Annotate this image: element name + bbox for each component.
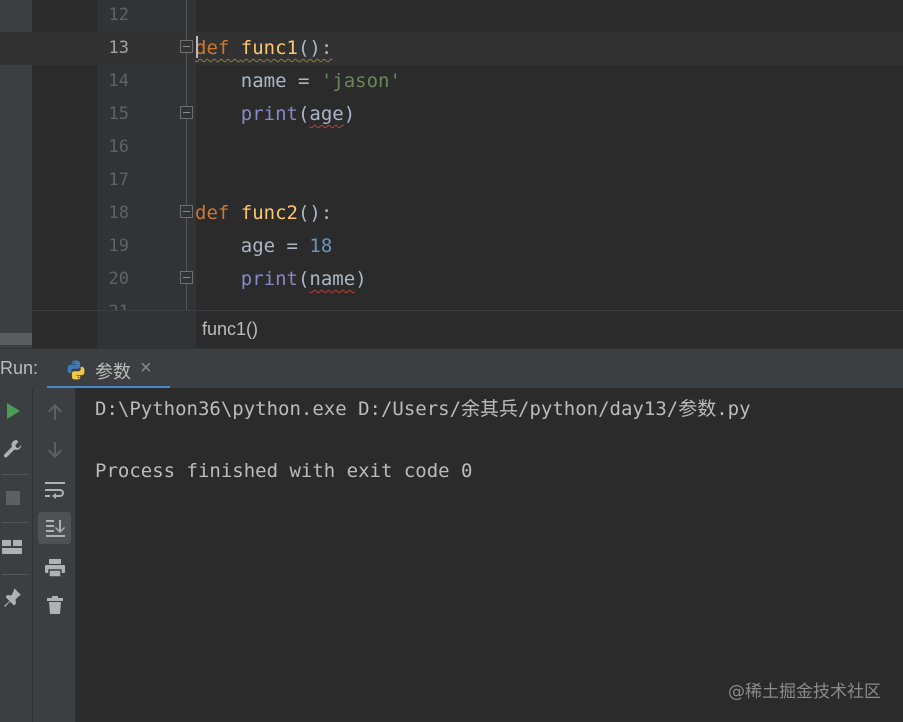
run-tab-label: 参数 <box>95 362 131 382</box>
code-token: ( <box>297 268 310 290</box>
soft-wrap-icon[interactable] <box>43 478 67 502</box>
code-token: ) <box>355 268 367 290</box>
text-caret <box>196 36 198 58</box>
code-editor[interactable]: 12 13 def func1(): 14 name = 'jason' 15 prin… <box>0 0 903 310</box>
code-line[interactable]: 13 def func1(): <box>0 32 903 65</box>
print-icon[interactable] <box>43 556 67 580</box>
code-token: = <box>286 70 321 92</box>
horizontal-scrollbar-thumb[interactable] <box>0 333 32 345</box>
code-token: name <box>195 70 287 92</box>
code-token: age <box>195 235 276 257</box>
code-token: 18 <box>309 235 333 257</box>
code-token: 'jason' <box>320 70 401 92</box>
code-line[interactable]: 12 <box>0 0 903 32</box>
run-left-toolbar <box>0 388 32 722</box>
close-icon[interactable]: × <box>140 357 152 380</box>
console-line: Process finished with exit code 0 <box>95 460 473 482</box>
stop-icon[interactable] <box>3 488 23 508</box>
code-token: age <box>309 103 344 125</box>
code-text: print(age) <box>195 98 355 131</box>
separator <box>2 574 28 575</box>
breadcrumb[interactable]: func1() <box>202 319 258 340</box>
separator <box>2 522 28 523</box>
code-line[interactable]: 20 print(name) <box>0 263 903 296</box>
code-line[interactable]: 17 <box>0 164 903 197</box>
code-token: def <box>195 37 230 59</box>
console-output[interactable]: D:\Python36\python.exe D:/Users/余其兵/pyth… <box>76 388 903 722</box>
code-text: def func2(): <box>195 197 332 230</box>
line-number: 17 <box>108 170 129 190</box>
code-token: print <box>240 103 298 125</box>
pin-icon[interactable] <box>1 586 23 608</box>
run-tab[interactable]: 参数 × <box>47 349 170 389</box>
fold-marker-icon[interactable] <box>180 40 193 53</box>
fold-marker-icon[interactable] <box>180 205 193 218</box>
line-number: 14 <box>108 71 129 91</box>
arrow-up-icon[interactable] <box>43 400 67 424</box>
code-line[interactable]: 19 age = 18 <box>0 230 903 263</box>
breadcrumb-bar: func1() <box>0 310 903 349</box>
code-token: name <box>309 268 356 290</box>
line-number: 13 <box>108 38 129 58</box>
line-number: 19 <box>108 236 129 256</box>
line-number: 21 <box>97 296 129 310</box>
arrow-down-icon[interactable] <box>43 438 67 462</box>
watermark: @稀土掘金技术社区 <box>728 682 881 702</box>
code-line[interactable]: 14 name = 'jason' <box>0 65 903 98</box>
fold-marker-icon[interactable] <box>180 271 193 284</box>
code-line[interactable]: 18 def func2(): <box>0 197 903 230</box>
line-number: 18 <box>108 203 129 223</box>
code-token: ( <box>297 103 310 125</box>
separator <box>2 474 28 475</box>
gutter-extension <box>97 311 196 349</box>
layout-icon[interactable] <box>1 536 23 558</box>
code-token: def <box>195 202 230 224</box>
code-text: print(name) <box>195 263 367 296</box>
code-text: def func1(): <box>195 32 332 65</box>
console-toolbar <box>32 388 76 722</box>
line-number: 15 <box>108 104 129 124</box>
run-label: Run: <box>0 358 39 378</box>
code-token: (): <box>297 202 333 224</box>
code-token: ) <box>343 103 356 125</box>
code-token: func2 <box>240 202 298 224</box>
scroll-to-end-icon[interactable] <box>38 512 71 544</box>
run-icon[interactable] <box>2 400 24 422</box>
line-number: 16 <box>108 137 129 157</box>
line-number: 20 <box>108 269 129 289</box>
wrench-icon[interactable] <box>1 438 25 460</box>
code-token: print <box>240 268 298 290</box>
code-text: age = 18 <box>195 230 333 263</box>
code-line[interactable]: 16 <box>0 131 903 164</box>
fold-marker-icon[interactable] <box>180 106 193 119</box>
code-token: = <box>275 235 310 257</box>
python-icon <box>67 360 85 380</box>
trash-icon[interactable] <box>43 593 67 617</box>
line-number: 12 <box>108 5 129 25</box>
code-token: func1 <box>240 37 298 59</box>
console-line: D:\Python36\python.exe D:/Users/余其兵/pyth… <box>95 398 751 420</box>
code-line[interactable]: 15 print(age) <box>0 98 903 131</box>
code-line[interactable]: 21 <box>0 296 903 310</box>
run-tool-window-header: Run: 参数 × <box>0 348 903 389</box>
code-text: name = 'jason' <box>195 65 401 98</box>
code-token: (): <box>297 37 333 59</box>
